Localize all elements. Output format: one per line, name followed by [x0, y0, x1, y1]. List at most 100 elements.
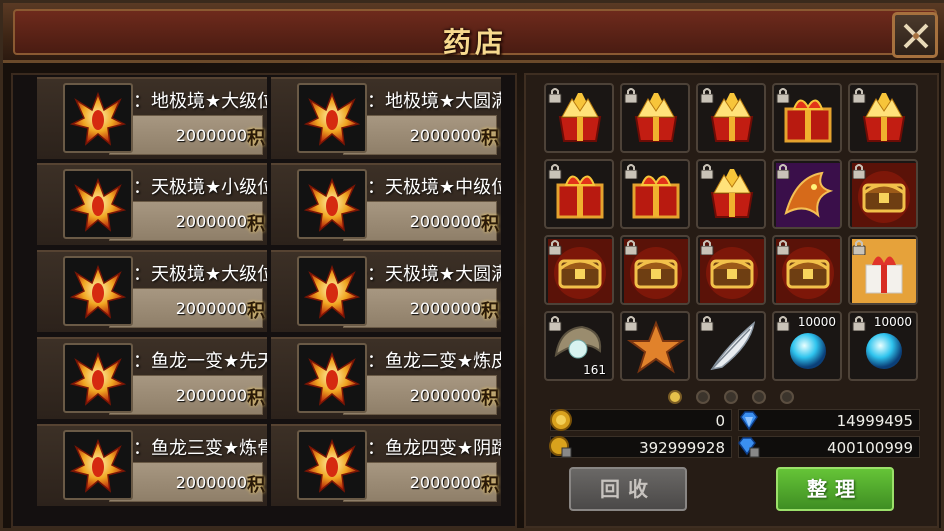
- recycle-button[interactable]: 回收: [569, 467, 687, 511]
- bag-slot[interactable]: [544, 159, 614, 229]
- bag-slot[interactable]: [848, 83, 918, 153]
- bag-slot[interactable]: [620, 83, 690, 153]
- lock-icon: [852, 164, 866, 179]
- bag-slot[interactable]: [620, 159, 690, 229]
- page-dot-3[interactable]: [724, 390, 738, 404]
- item-icon-frame[interactable]: [297, 430, 367, 500]
- item-price: 2000000: [409, 212, 481, 231]
- slot-count: 161: [583, 363, 606, 377]
- shop-item[interactable]: 称号：天极境★大级位 2000000 积: [37, 250, 267, 332]
- shop-item[interactable]: 称号：鱼龙四变★阴蹻会 2000000 积: [271, 424, 501, 506]
- lock-icon: [776, 164, 790, 179]
- sort-button[interactable]: 整理: [776, 467, 894, 511]
- item-price: 2000000: [175, 473, 247, 492]
- shop-item[interactable]: 称号：地极境★大圆满 2000000 积: [271, 77, 501, 159]
- bag-slot[interactable]: [696, 311, 766, 381]
- page-dot-5[interactable]: [780, 390, 794, 404]
- page-dot-2[interactable]: [696, 390, 710, 404]
- item-icon-frame[interactable]: [297, 256, 367, 326]
- lock-icon: [548, 240, 562, 255]
- phoenix-title-icon: [303, 264, 361, 319]
- lock-icon: [700, 240, 714, 255]
- lock-icon: [624, 240, 638, 255]
- lock-icon: [624, 316, 638, 331]
- shop-item[interactable]: 称号：鱼龙二变★炼皮成 2000000 积: [271, 337, 501, 419]
- title-plate: 药店: [13, 9, 937, 59]
- lock-icon: [700, 164, 714, 179]
- window-title: 药店: [442, 26, 507, 59]
- bag-slot[interactable]: [848, 235, 918, 305]
- item-price: 2000000: [409, 473, 481, 492]
- page-dot-4[interactable]: [752, 390, 766, 404]
- page-dot-1[interactable]: [668, 390, 682, 404]
- item-icon-frame[interactable]: [297, 343, 367, 413]
- phoenix-title-icon: [69, 351, 127, 406]
- lock-icon: [624, 88, 638, 103]
- phoenix-title-icon: [69, 438, 127, 493]
- points-unit: 积: [481, 388, 499, 409]
- shop-item[interactable]: 称号：地极境★大级位 2000000 积: [37, 77, 267, 159]
- bound-gold-currency: 392999928: [549, 436, 732, 458]
- slot-amount: 10000: [797, 315, 836, 329]
- bound-gold-coin-icon: [549, 436, 572, 458]
- item-price: 2000000: [175, 212, 247, 231]
- shop-item[interactable]: 称号：鱼龙三变★炼骨化 2000000 积: [37, 424, 267, 506]
- shop-list[interactable]: 称号：地极境★大级位 2000000 积 称号：地极境★大圆满 2000000 …: [11, 73, 517, 528]
- shop-window: 药店 称号：地极境★大级位 2000000 积 称号：地极境★大圆满 20000…: [0, 0, 944, 531]
- shop-item[interactable]: 称号：鱼龙一变★先天胎息 2000000 积: [37, 337, 267, 419]
- item-price: 2000000: [409, 126, 481, 145]
- points-unit: 积: [247, 128, 265, 149]
- phoenix-title-icon: [303, 177, 361, 232]
- item-price: 2000000: [409, 299, 481, 318]
- points-unit: 积: [247, 388, 265, 409]
- bag-panel: 161 10000 10000 0 14999495 392999928 400…: [524, 73, 939, 528]
- lock-icon: [700, 88, 714, 103]
- bag-slot[interactable]: [620, 235, 690, 305]
- shop-item[interactable]: 称号：天极境★大圆满 2000000 积: [271, 250, 501, 332]
- item-icon-frame[interactable]: [63, 430, 133, 500]
- points-unit: 积: [481, 301, 499, 322]
- bag-slot[interactable]: [772, 83, 842, 153]
- gold-currency: 0: [550, 409, 732, 431]
- points-unit: 积: [481, 475, 499, 496]
- slot-amount: 10000: [873, 315, 912, 329]
- points-unit: 积: [247, 475, 265, 496]
- bag-slot[interactable]: [696, 235, 766, 305]
- shop-item[interactable]: 称号：天极境★中级位 2000000 积: [271, 163, 501, 245]
- phoenix-title-icon: [303, 351, 361, 406]
- bag-slot[interactable]: [696, 83, 766, 153]
- lock-icon: [624, 164, 638, 179]
- bag-slot[interactable]: [696, 159, 766, 229]
- points-unit: 积: [481, 128, 499, 149]
- item-icon-frame[interactable]: [297, 83, 367, 153]
- item-icon-frame[interactable]: [63, 256, 133, 326]
- bag-slot[interactable]: [544, 235, 614, 305]
- phoenix-title-icon: [69, 91, 127, 146]
- bag-slot[interactable]: 10000: [772, 311, 842, 381]
- lock-icon: [548, 316, 562, 331]
- item-price: 2000000: [409, 386, 481, 405]
- bag-slot[interactable]: [848, 159, 918, 229]
- bag-slot[interactable]: [772, 235, 842, 305]
- bag-slot[interactable]: 161: [544, 311, 614, 381]
- item-price: 2000000: [175, 299, 247, 318]
- points-unit: 积: [481, 214, 499, 235]
- lock-icon: [776, 240, 790, 255]
- diamond-value: 14999495: [836, 412, 913, 430]
- item-icon-frame[interactable]: [63, 83, 133, 153]
- bag-slot[interactable]: [772, 159, 842, 229]
- bag-slot[interactable]: [620, 311, 690, 381]
- item-icon-frame[interactable]: [297, 169, 367, 239]
- gold-coin-icon: [550, 409, 572, 431]
- lock-icon: [776, 88, 790, 103]
- shop-item[interactable]: 称号：天极境★小级位 2000000 积: [37, 163, 267, 245]
- crossed-swords-close-icon: [903, 23, 929, 49]
- bag-slot[interactable]: 10000: [848, 311, 918, 381]
- phoenix-title-icon: [69, 264, 127, 319]
- item-icon-frame[interactable]: [63, 169, 133, 239]
- lock-icon: [776, 316, 790, 331]
- close-button[interactable]: [892, 12, 938, 58]
- bag-slot[interactable]: [544, 83, 614, 153]
- item-price: 2000000: [175, 126, 247, 145]
- item-icon-frame[interactable]: [63, 343, 133, 413]
